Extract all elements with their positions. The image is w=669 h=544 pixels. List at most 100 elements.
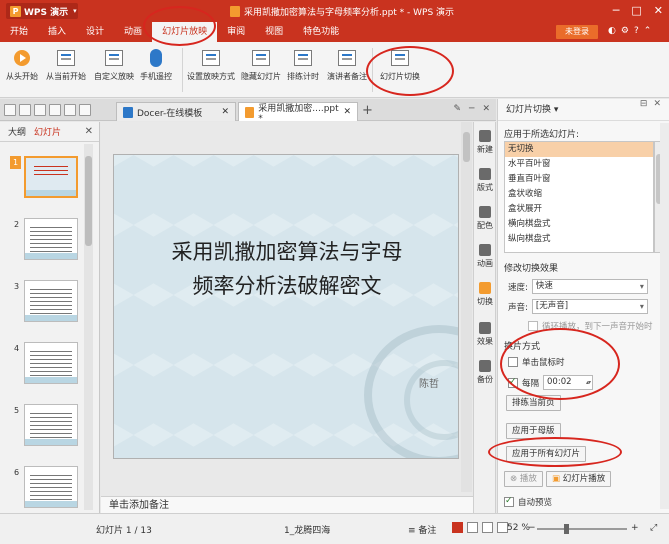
- list-item[interactable]: 纵向棋盘式: [505, 232, 653, 247]
- save-icon[interactable]: [4, 104, 16, 116]
- settings-icon[interactable]: ⚙: [621, 26, 629, 36]
- loop-sound-checkbox[interactable]: [528, 321, 538, 331]
- menu-view[interactable]: 视图: [255, 22, 293, 42]
- sidebar-item-transition[interactable]: 切换: [474, 282, 496, 307]
- slideshow-icon: ▣: [552, 474, 563, 484]
- list-item[interactable]: 垂直百叶窗: [505, 172, 653, 187]
- slide-title[interactable]: 采用凯撒加密算法与字母 频率分析法破解密文: [114, 235, 458, 303]
- current-slide[interactable]: 采用凯撒加密算法与字母 频率分析法破解密文 陈哲: [113, 154, 459, 459]
- minimize-doc-icon[interactable]: ─: [469, 104, 474, 114]
- zoom-out-icon[interactable]: −: [528, 523, 536, 533]
- editor-scrollbar[interactable]: [461, 122, 472, 492]
- setup-show-button[interactable]: 设置放映方式: [187, 48, 235, 82]
- tab-presentation[interactable]: 采用凯撒加密....ppt * ✕: [238, 102, 358, 124]
- apply-to-master-button[interactable]: 应用于母版: [506, 423, 561, 439]
- zoom-slider[interactable]: [537, 524, 627, 534]
- notes-pane[interactable]: 单击添加备注: [101, 496, 473, 513]
- slide-thumbnail[interactable]: 4: [0, 342, 90, 402]
- normal-view-icon[interactable]: [452, 522, 463, 533]
- notes-toggle[interactable]: ≡ 备注: [408, 523, 436, 536]
- zoom-slider-knob[interactable]: [564, 524, 569, 534]
- print-icon[interactable]: [34, 104, 46, 116]
- sidebar-item-layout[interactable]: 版式: [474, 168, 496, 193]
- pin-icon[interactable]: ✎: [453, 104, 461, 114]
- list-item[interactable]: 盒状收缩: [505, 187, 653, 202]
- sorter-view-icon[interactable]: [467, 522, 478, 533]
- menu-features[interactable]: 特色功能: [293, 22, 349, 42]
- close-tab-icon[interactable]: ✕: [343, 107, 351, 117]
- reading-view-icon[interactable]: [482, 522, 493, 533]
- thumbnail-scrollbar[interactable]: [84, 144, 93, 510]
- rehearse-timing-button[interactable]: 排练计时: [287, 48, 319, 82]
- advance-time-stepper[interactable]: 00:02: [543, 375, 594, 390]
- open-icon[interactable]: [19, 104, 31, 116]
- hide-slide-button[interactable]: 隐藏幻灯片: [241, 48, 281, 82]
- redo-icon[interactable]: [79, 104, 91, 116]
- sidebar-item-backup[interactable]: 备份: [474, 360, 496, 385]
- slide-thumbnail[interactable]: 5: [0, 404, 90, 464]
- on-click-checkbox[interactable]: [508, 357, 518, 367]
- menu-insert[interactable]: 插入: [38, 22, 76, 42]
- sidebar-item-animation[interactable]: 动画: [474, 244, 496, 269]
- new-tab-icon[interactable]: +: [362, 103, 373, 118]
- slideshow-button[interactable]: ▣ 幻灯片播放: [546, 471, 612, 487]
- close-panel-icon[interactable]: ✕: [85, 126, 93, 137]
- tab-slides[interactable]: 幻灯片: [34, 125, 61, 138]
- app-menu-button[interactable]: P WPS 演示 ▾: [6, 3, 78, 19]
- loop-sound-option: 循环播放，到下一声音开始时: [528, 320, 653, 332]
- timer-icon: [294, 50, 312, 66]
- speed-row: 速度: 快速: [508, 279, 648, 294]
- speed-select[interactable]: 快速: [531, 279, 648, 294]
- undo-icon[interactable]: [64, 104, 76, 116]
- menu-home[interactable]: 开始: [0, 22, 38, 42]
- slide-thumbnail[interactable]: 1: [0, 156, 90, 216]
- skin-icon[interactable]: ◐: [608, 26, 616, 36]
- list-item[interactable]: 水平百叶窗: [505, 157, 653, 172]
- pane-scrollbar[interactable]: [660, 123, 669, 509]
- autopreview-checkbox[interactable]: [504, 496, 514, 507]
- menu-review[interactable]: 审阅: [217, 22, 255, 42]
- sidebar-item-color[interactable]: 配色: [474, 206, 496, 231]
- pin-icon[interactable]: ⊟: [640, 99, 648, 109]
- menu-design[interactable]: 设计: [76, 22, 114, 42]
- slide-number: 6: [14, 468, 20, 477]
- fit-window-icon[interactable]: ⤢: [650, 523, 657, 533]
- slide-author[interactable]: 陈哲: [419, 375, 439, 390]
- preview-icon[interactable]: [49, 104, 61, 116]
- slide-transition-button[interactable]: 幻灯片切换: [380, 48, 420, 82]
- from-current-button[interactable]: 从当前开始: [46, 48, 86, 82]
- close-tab-icon[interactable]: ✕: [221, 107, 229, 117]
- help-icon[interactable]: ?: [634, 26, 639, 36]
- menu-animation[interactable]: 动画: [114, 22, 152, 42]
- apply-to-all-button[interactable]: 应用于所有幻灯片: [506, 446, 587, 462]
- zoom-in-icon[interactable]: +: [631, 523, 639, 533]
- list-item[interactable]: 盒状展开: [505, 202, 653, 217]
- rehearse-current-button[interactable]: 排练当前页: [506, 395, 561, 411]
- status-bar: 幻灯片 1 / 13 1_龙腾四海 ≡ 备注 52 % − + ⤢: [0, 513, 669, 544]
- custom-show-button[interactable]: 自定义放映: [94, 48, 134, 82]
- close-icon[interactable]: ✕: [654, 4, 663, 17]
- close-doc-icon[interactable]: ✕: [482, 104, 490, 114]
- login-button[interactable]: 未登录: [556, 25, 598, 39]
- sidebar-item-new[interactable]: 新建: [474, 130, 496, 155]
- play-button[interactable]: ⊗ 播放: [504, 471, 543, 487]
- collapse-icon[interactable]: ⌃: [644, 26, 652, 36]
- docer-icon: [123, 106, 133, 118]
- list-item[interactable]: 横向棋盘式: [505, 217, 653, 232]
- sound-select[interactable]: [无声音]: [531, 299, 648, 314]
- minimize-icon[interactable]: ─: [613, 4, 620, 17]
- close-pane-icon[interactable]: ✕: [653, 99, 661, 109]
- tab-outline[interactable]: 大纲: [8, 125, 26, 138]
- speaker-notes-button[interactable]: 演讲者备注: [327, 48, 367, 82]
- slide-thumbnail[interactable]: 3: [0, 280, 90, 340]
- menu-slideshow[interactable]: 幻灯片放映: [152, 22, 218, 42]
- transition-list[interactable]: 无切换 水平百叶窗 垂直百叶窗 盒状收缩 盒状展开 横向棋盘式 纵向棋盘式: [504, 141, 654, 253]
- phone-remote-button[interactable]: 手机遥控: [140, 48, 172, 82]
- list-item[interactable]: 无切换: [505, 142, 653, 157]
- from-start-button[interactable]: 从头开始: [6, 48, 38, 82]
- tab-docer[interactable]: Docer-在线模板 ✕: [116, 102, 236, 121]
- maximize-icon[interactable]: □: [631, 4, 641, 17]
- auto-advance-checkbox[interactable]: [508, 377, 518, 388]
- sidebar-item-effects[interactable]: 效果: [474, 322, 496, 347]
- slide-thumbnail[interactable]: 2: [0, 218, 90, 278]
